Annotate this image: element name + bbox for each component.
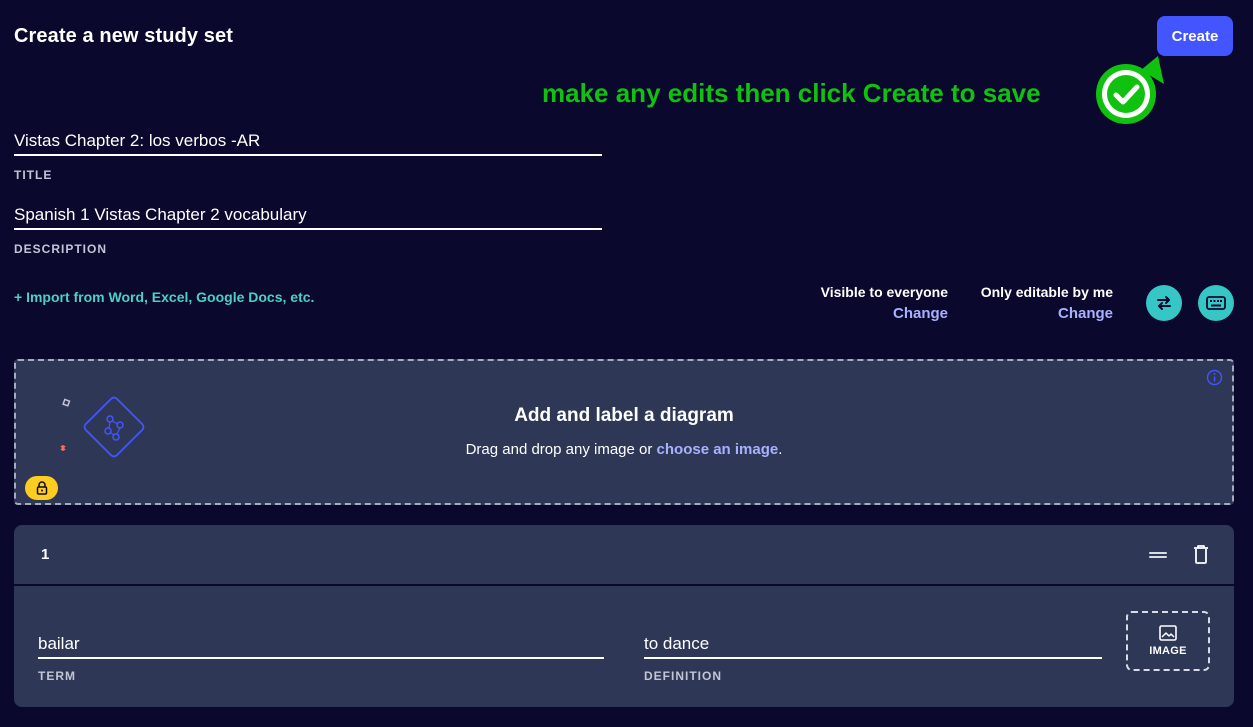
page-title: Create a new study set — [14, 25, 233, 47]
visibility-change-link[interactable]: Change — [810, 305, 948, 322]
keyboard-shortcuts-button[interactable] — [1198, 285, 1234, 321]
description-label: DESCRIPTION — [14, 242, 108, 256]
term-input[interactable]: bailar — [38, 629, 604, 659]
create-button[interactable]: Create — [1157, 16, 1233, 56]
description-field[interactable]: Spanish 1 Vistas Chapter 2 vocabulary DE… — [14, 200, 602, 256]
edit-permission-setting: Only editable by me Change — [970, 284, 1113, 322]
diagram-subtitle-end: . — [778, 441, 783, 458]
description-input[interactable]: Spanish 1 Vistas Chapter 2 vocabulary — [14, 200, 602, 230]
diagram-subtitle-text: Drag and drop any image or — [465, 441, 657, 458]
choose-image-link[interactable]: choose an image — [657, 441, 779, 458]
image-icon — [1159, 625, 1177, 641]
visibility-setting: Visible to everyone Change — [810, 284, 948, 322]
info-icon[interactable] — [1206, 369, 1223, 386]
import-link[interactable]: + Import from Word, Excel, Google Docs, … — [14, 289, 314, 305]
image-button-label: IMAGE — [1149, 645, 1187, 657]
diagram-subtitle: Drag and drop any image or choose an ima… — [16, 441, 1232, 458]
diagram-illustration-icon — [60, 396, 145, 458]
term-card: 1 bailar TERM to dance DEFINITION IMAGE — [14, 525, 1234, 707]
definition-label: DEFINITION — [644, 669, 722, 683]
definition-input[interactable]: to dance — [644, 629, 1102, 659]
term-field[interactable]: bailar TERM — [38, 629, 604, 683]
definition-field[interactable]: to dance DEFINITION — [644, 629, 1102, 683]
annotation-hint-text: make any edits then click Create to save — [542, 78, 1041, 108]
diagram-dropzone[interactable]: Add and label a diagram Drag and drop an… — [14, 359, 1234, 505]
lock-icon — [36, 481, 47, 495]
drag-handle-icon[interactable] — [1148, 547, 1168, 563]
add-image-button[interactable]: IMAGE — [1126, 611, 1210, 671]
title-label: TITLE — [14, 168, 53, 182]
keyboard-icon — [1206, 296, 1226, 310]
edit-permission-label: Only editable by me — [980, 284, 1113, 300]
trash-icon[interactable] — [1192, 544, 1210, 565]
card-number: 1 — [41, 546, 50, 563]
term-label: TERM — [38, 669, 76, 683]
title-input[interactable]: Vistas Chapter 2: los verbos -AR — [14, 126, 602, 156]
diagram-title: Add and label a diagram — [514, 405, 734, 426]
lock-badge — [25, 476, 58, 500]
card-header: 1 — [14, 525, 1234, 586]
title-field[interactable]: Vistas Chapter 2: los verbos -AR TITLE — [14, 126, 602, 182]
edit-permission-change-link[interactable]: Change — [970, 305, 1113, 322]
swap-terms-button[interactable] — [1146, 285, 1182, 321]
check-badge-icon — [1096, 56, 1164, 124]
visibility-label: Visible to everyone — [820, 284, 948, 300]
swap-arrows-icon — [1157, 296, 1171, 310]
